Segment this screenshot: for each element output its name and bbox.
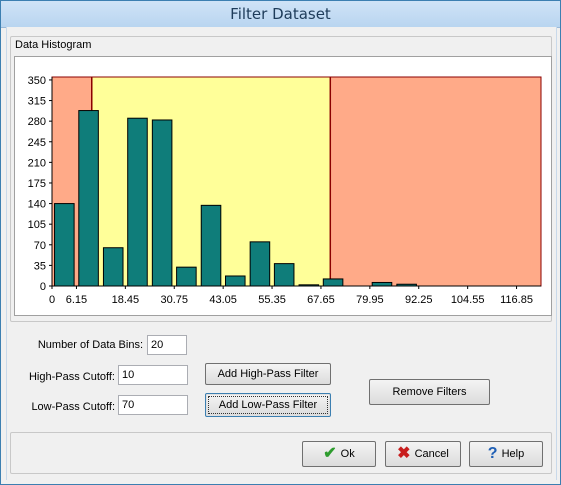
add-high-pass-label: Add High-Pass Filter xyxy=(217,368,319,380)
low-pass-label: Low-Pass Cutoff: xyxy=(31,401,115,413)
checkmark-icon: ✔ xyxy=(323,445,337,463)
y-tick-label: 350 xyxy=(28,75,46,87)
y-tick-label: 210 xyxy=(28,157,46,169)
y-tick-label: 0 xyxy=(40,281,46,293)
question-icon: ? xyxy=(487,445,498,463)
y-tick-label: 245 xyxy=(28,137,46,149)
ok-label: Ok xyxy=(340,448,355,460)
histogram-bar xyxy=(127,117,148,287)
high-pass-label: High-Pass Cutoff: xyxy=(28,371,115,383)
add-low-pass-button[interactable]: Add Low-Pass Filter xyxy=(205,393,331,417)
histogram-bar xyxy=(249,241,271,287)
histogram-bar xyxy=(78,110,99,287)
histogram-bar xyxy=(371,281,393,287)
help-button[interactable]: ? Help xyxy=(469,441,543,467)
histogram-panel: 0 35 70 105 140 175 210 245 280 315 350 0 6.15 18.45 3… xyxy=(14,56,552,316)
remove-filters-button[interactable]: Remove Filters xyxy=(369,379,490,405)
x-tick-label: 18.45 xyxy=(112,294,140,306)
y-tick-label: 315 xyxy=(28,96,46,108)
x-tick-label: 104.55 xyxy=(451,294,485,306)
x-tick-label: 92.25 xyxy=(405,294,433,306)
x-tick-label: 116.85 xyxy=(500,294,533,306)
cancel-label: Cancel xyxy=(414,448,449,460)
add-high-pass-button[interactable]: Add High-Pass Filter xyxy=(205,363,331,385)
help-label: Help xyxy=(501,448,525,460)
histogram-bar xyxy=(322,278,344,287)
x-tick-label: 79.95 xyxy=(356,294,384,306)
x-tick-label: 6.15 xyxy=(66,294,87,306)
histogram-bar xyxy=(224,275,246,287)
x-tick-label: 30.75 xyxy=(160,294,188,306)
histogram-bar xyxy=(273,263,295,287)
title-bar[interactable]: Filter Dataset xyxy=(1,1,560,28)
histogram-bar xyxy=(151,119,173,287)
high-pass-input[interactable] xyxy=(118,365,188,385)
num-bins-label: Number of Data Bins: xyxy=(37,339,143,351)
histogram-group-label: Data Histogram xyxy=(15,39,92,51)
y-tick-label: 280 xyxy=(28,116,46,128)
x-tick-label: 0 xyxy=(49,294,55,306)
histogram-bar xyxy=(176,266,197,287)
y-tick-label: 105 xyxy=(28,219,46,231)
x-tick-label: 43.05 xyxy=(209,294,237,306)
x-tick-label: 67.65 xyxy=(307,294,335,306)
filter-dataset-window: Filter Dataset Data Histogram 0 35 70 105 14… xyxy=(0,0,561,485)
y-tick-label: 35 xyxy=(34,260,46,272)
low-pass-input[interactable] xyxy=(118,395,188,415)
x-icon: ✖ xyxy=(397,445,411,463)
window-title: Filter Dataset xyxy=(230,5,331,23)
ok-button[interactable]: ✔ Ok xyxy=(302,441,376,467)
cancel-button[interactable]: ✖ Cancel xyxy=(385,441,461,467)
histogram-chart: 0 35 70 105 140 175 210 245 280 315 350 0 6.15 18.45 3… xyxy=(28,75,542,306)
histogram-bar xyxy=(54,203,75,287)
focus-ring xyxy=(208,396,328,414)
num-bins-input[interactable] xyxy=(147,335,187,355)
y-tick-label: 70 xyxy=(34,240,46,252)
remove-filters-label: Remove Filters xyxy=(392,386,467,398)
x-tick-label: 55.35 xyxy=(258,294,286,306)
y-tick-label: 175 xyxy=(28,178,46,190)
histogram-bar xyxy=(200,204,222,287)
histogram-bar xyxy=(102,247,124,287)
filtered-region-high xyxy=(330,77,541,286)
y-tick-label: 140 xyxy=(28,199,46,211)
